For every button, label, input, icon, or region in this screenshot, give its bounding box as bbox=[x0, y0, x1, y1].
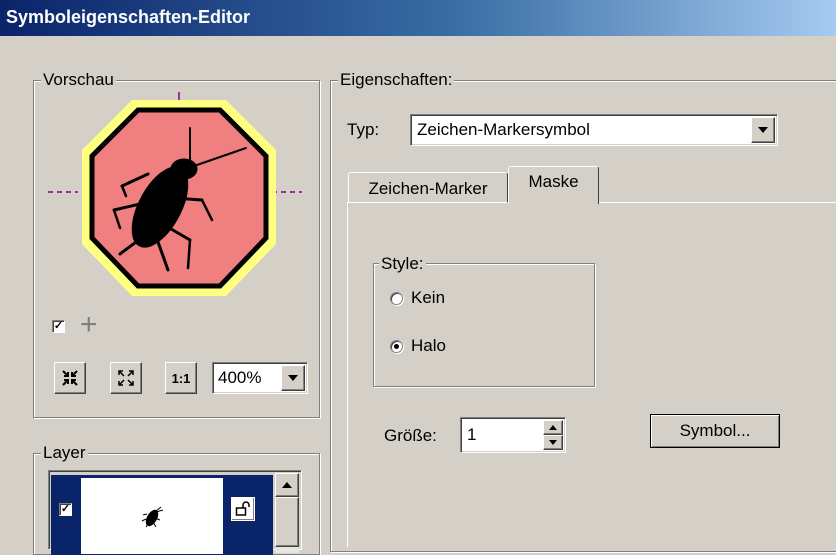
window-title: Symboleigenschaften-Editor bbox=[6, 7, 251, 27]
zoom-combo[interactable]: 400% bbox=[212, 362, 308, 394]
size-label: Größe: bbox=[384, 426, 437, 445]
expand-arrows-icon bbox=[118, 370, 134, 386]
one-to-one-icon: 1:1 bbox=[171, 370, 191, 386]
symbol-button[interactable]: Symbol... bbox=[650, 414, 780, 448]
lock-icon bbox=[235, 501, 250, 516]
scroll-up-button[interactable] bbox=[275, 473, 299, 497]
triangle-down-icon bbox=[758, 127, 768, 133]
triangle-up-icon bbox=[549, 425, 557, 430]
triangle-up-icon bbox=[282, 482, 292, 488]
preview-group-label: Vorschau bbox=[41, 70, 116, 89]
size-value: 1 bbox=[467, 425, 477, 444]
zoom-in-button[interactable] bbox=[54, 362, 86, 394]
layer-list[interactable]: ✓ bbox=[48, 470, 302, 555]
layer-scrollbar[interactable] bbox=[275, 473, 299, 553]
title-bar[interactable]: Symboleigenschaften-Editor bbox=[0, 0, 836, 36]
style-radio-halo[interactable] bbox=[390, 340, 403, 353]
actual-size-button[interactable]: 1:1 bbox=[165, 362, 197, 394]
size-input[interactable]: 1 bbox=[460, 417, 566, 453]
style-group bbox=[373, 263, 595, 387]
size-spin-up[interactable] bbox=[543, 420, 563, 435]
style-halo-label[interactable]: Halo bbox=[411, 336, 446, 356]
style-group-label: Style: bbox=[379, 254, 426, 273]
type-label: Typ: bbox=[347, 120, 380, 139]
style-kein-label[interactable]: Kein bbox=[411, 288, 445, 308]
zoom-value: 400% bbox=[218, 368, 262, 387]
layer-group-label: Layer bbox=[41, 443, 88, 462]
shrink-arrows-icon bbox=[62, 370, 78, 386]
layer-lock-button[interactable] bbox=[231, 497, 255, 521]
zoom-dropdown-button[interactable] bbox=[281, 365, 305, 391]
zoom-out-button[interactable] bbox=[110, 362, 142, 394]
scroll-thumb[interactable] bbox=[275, 497, 299, 547]
symbol-button-label: Symbol... bbox=[679, 421, 751, 440]
triangle-down-icon bbox=[549, 440, 557, 445]
tab-zeichen-marker-label: Zeichen-Marker bbox=[368, 179, 488, 198]
beetle-icon bbox=[141, 506, 164, 528]
properties-group-label: Eigenschaften: bbox=[338, 70, 455, 89]
tab-maske[interactable]: Maske bbox=[508, 166, 599, 204]
type-dropdown-button[interactable] bbox=[751, 117, 775, 143]
style-radio-kein[interactable] bbox=[390, 292, 403, 305]
triangle-down-icon bbox=[288, 375, 298, 381]
plus-icon: + bbox=[80, 308, 98, 341]
tab-maske-label: Maske bbox=[528, 172, 579, 191]
layer-thumbnail bbox=[81, 478, 223, 554]
tab-zeichen-marker[interactable]: Zeichen-Marker bbox=[348, 172, 508, 203]
radio-selected-dot bbox=[394, 344, 399, 349]
type-value: Zeichen-Markersymbol bbox=[417, 120, 590, 139]
layer-visible-checkbox[interactable]: ✓ bbox=[59, 503, 72, 516]
layer-item[interactable]: ✓ bbox=[51, 475, 273, 555]
type-select[interactable]: Zeichen-Markersymbol bbox=[410, 114, 778, 146]
symbol-preview bbox=[48, 92, 302, 296]
show-crosshair-checkbox[interactable]: ✓ bbox=[52, 320, 65, 333]
size-spin-down[interactable] bbox=[543, 435, 563, 450]
